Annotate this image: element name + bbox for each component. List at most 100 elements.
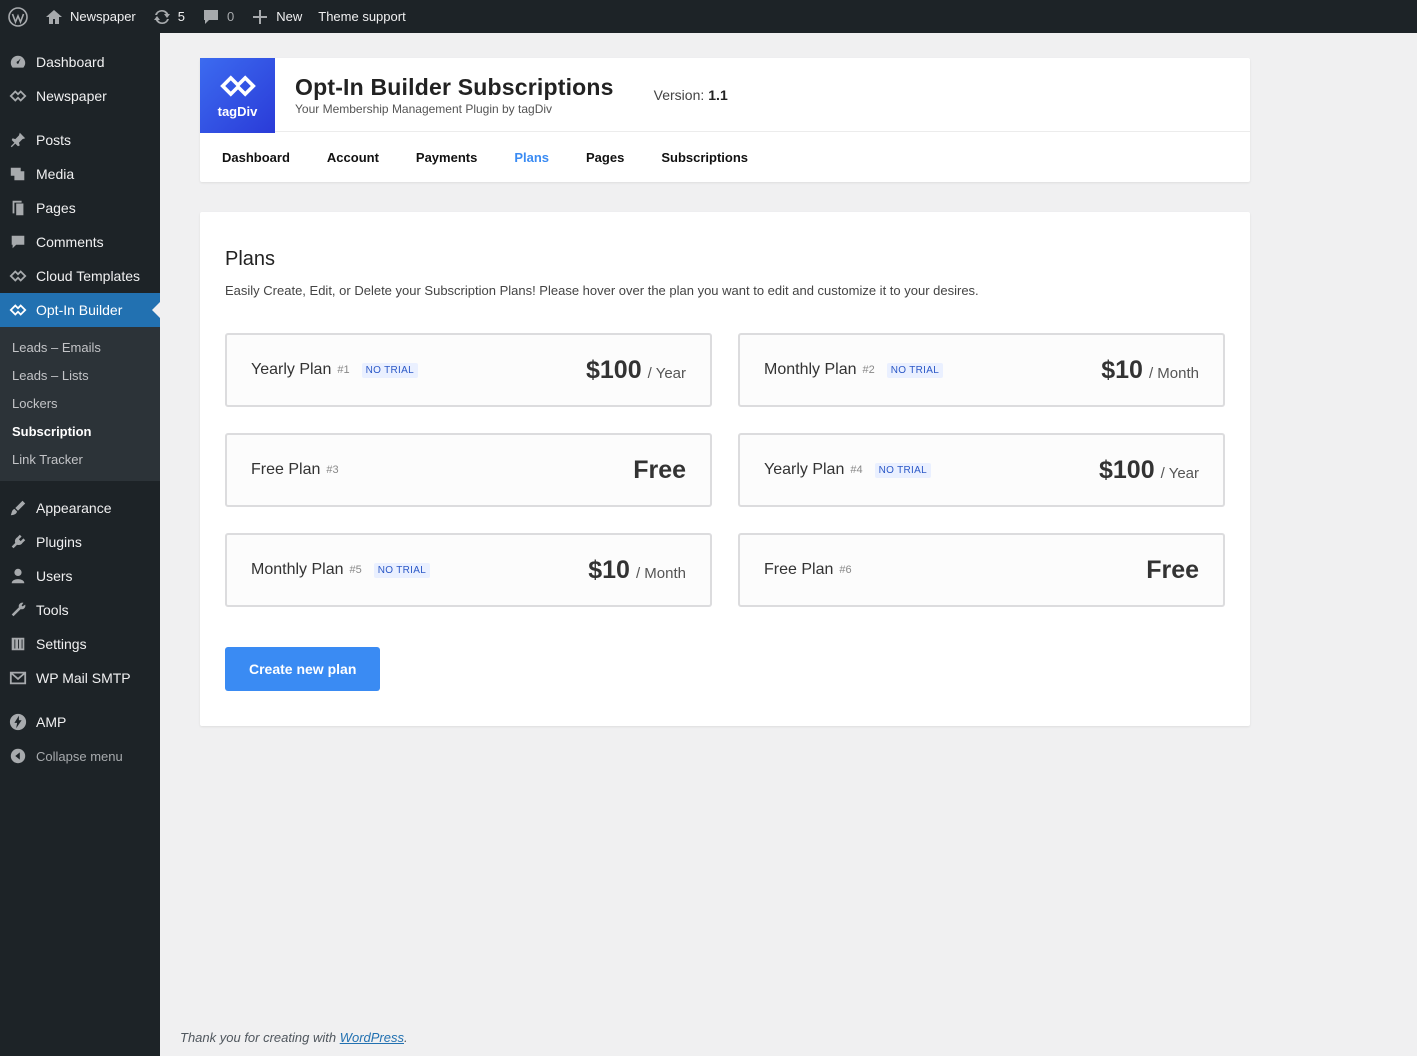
collapse-menu-label: Collapse menu: [36, 748, 123, 764]
plans-grid: Yearly Plan #1 NO TRIAL $100 / Year Mont…: [225, 333, 1225, 607]
tagdiv-icon: [8, 86, 28, 106]
plugin-tabs: Dashboard Account Payments Plans Pages S…: [200, 132, 1250, 182]
page-title: Opt-In Builder Subscriptions: [295, 73, 614, 100]
create-new-plan-button[interactable]: Create new plan: [225, 647, 381, 691]
comment-icon: [201, 7, 221, 27]
plans-heading: Plans: [225, 248, 276, 270]
menu-amp-label: AMP: [36, 714, 67, 730]
menu-settings-label: Settings: [36, 636, 87, 652]
menu-users[interactable]: Users: [0, 559, 160, 593]
site-name-link[interactable]: Newspaper: [36, 0, 144, 33]
plan-number: #3: [326, 464, 339, 476]
menu-posts[interactable]: Posts: [0, 123, 160, 157]
version-info: Version: 1.1: [654, 58, 728, 131]
footer-wordpress-link[interactable]: WordPress: [340, 1030, 404, 1045]
new-content-link[interactable]: New: [242, 0, 310, 33]
menu-cloud-templates-label: Cloud Templates: [36, 268, 141, 284]
updates-icon: [152, 7, 172, 27]
collapse-menu-button[interactable]: Collapse menu: [0, 739, 160, 773]
menu-dashboard-label: Dashboard: [36, 54, 105, 70]
menu-newspaper-label: Newspaper: [36, 88, 107, 104]
admin-bar: Newspaper 5 0 New Theme support: [0, 0, 1417, 33]
menu-pages-label: Pages: [36, 200, 76, 216]
menu-posts-label: Posts: [36, 132, 72, 148]
theme-support-link[interactable]: Theme support: [310, 0, 413, 33]
comments-link[interactable]: 0: [193, 0, 242, 33]
plan-card[interactable]: Free Plan #6 Free: [738, 533, 1225, 607]
tab-subscriptions[interactable]: Subscriptions: [661, 150, 748, 165]
plan-info: Free Plan #6: [764, 561, 852, 579]
menu-cloud-templates[interactable]: Cloud Templates: [0, 259, 160, 293]
menu-pages[interactable]: Pages: [0, 191, 160, 225]
submenu-subscription[interactable]: Subscription: [0, 418, 160, 446]
plan-name: Monthly Plan: [764, 361, 857, 378]
plan-trial-badge: NO TRIAL: [874, 462, 931, 478]
updates-count: 5: [177, 9, 185, 24]
menu-tools[interactable]: Tools: [0, 593, 160, 627]
plan-name: Monthly Plan: [251, 561, 344, 578]
menu-settings[interactable]: Settings: [0, 627, 160, 661]
plan-card[interactable]: Monthly Plan #2 NO TRIAL $10 / Month: [738, 333, 1225, 407]
submenu-leads-lists[interactable]: Leads – Lists: [0, 362, 160, 390]
plan-info: Yearly Plan #1 NO TRIAL: [251, 361, 418, 379]
tagdiv-logo: tagDiv: [200, 58, 275, 133]
menu-wp-mail-smtp-label: WP Mail SMTP: [36, 670, 131, 686]
wp-logo-button[interactable]: [0, 0, 36, 33]
menu-optin-builder-label: Opt-In Builder: [36, 302, 123, 318]
submenu-lockers[interactable]: Lockers: [0, 390, 160, 418]
plan-number: #4: [850, 464, 863, 476]
tab-plans[interactable]: Plans: [514, 150, 549, 165]
submenu-leads-emails[interactable]: Leads – Emails: [0, 334, 160, 362]
menu-optin-builder[interactable]: Opt-In Builder: [0, 293, 160, 327]
menu-plugins[interactable]: Plugins: [0, 525, 160, 559]
tab-payments[interactable]: Payments: [416, 150, 477, 165]
home-icon: [44, 7, 64, 27]
plan-info: Monthly Plan #5 NO TRIAL: [251, 561, 431, 579]
pages-icon: [8, 198, 28, 218]
plan-card[interactable]: Monthly Plan #5 NO TRIAL $10 / Month: [225, 533, 712, 607]
plan-number: #2: [862, 364, 875, 376]
plan-card[interactable]: Free Plan #3 Free: [225, 433, 712, 507]
admin-sidebar: Dashboard Newspaper Posts Media Pages Co…: [0, 33, 160, 1056]
brush-icon: [8, 498, 28, 518]
dashboard-icon: [8, 52, 28, 72]
menu-amp[interactable]: AMP: [0, 705, 160, 739]
main-content: tagDiv Opt-In Builder Subscriptions Your…: [200, 58, 1250, 726]
menu-wp-mail-smtp[interactable]: WP Mail SMTP: [0, 661, 160, 695]
menu-newspaper[interactable]: Newspaper: [0, 79, 160, 113]
menu-dashboard[interactable]: Dashboard: [0, 45, 160, 79]
menu-appearance[interactable]: Appearance: [0, 491, 160, 525]
plus-icon: [250, 7, 270, 27]
plan-period: / Year: [647, 364, 686, 382]
menu-comments[interactable]: Comments: [0, 225, 160, 259]
updates-link[interactable]: 5: [144, 0, 193, 33]
menu-media[interactable]: Media: [0, 157, 160, 191]
collapse-icon: [8, 746, 28, 766]
plan-info: Yearly Plan #4 NO TRIAL: [764, 461, 931, 479]
plan-price: $10: [588, 555, 630, 584]
tab-pages[interactable]: Pages: [586, 150, 624, 165]
plans-description: Easily Create, Edit, or Delete your Subs…: [225, 283, 979, 298]
plan-number: #1: [337, 364, 350, 376]
plan-name: Yearly Plan: [251, 361, 332, 378]
plan-info: Free Plan #3: [251, 461, 339, 479]
menu-users-label: Users: [36, 568, 73, 584]
tagdiv-icon: [8, 266, 28, 286]
site-name: Newspaper: [70, 9, 136, 24]
plans-panel: Plans Easily Create, Edit, or Delete you…: [200, 212, 1250, 726]
plugin-header-top: tagDiv Opt-In Builder Subscriptions Your…: [200, 58, 1250, 133]
plan-card[interactable]: Yearly Plan #4 NO TRIAL $100 / Year: [738, 433, 1225, 507]
tab-account[interactable]: Account: [327, 150, 379, 165]
submenu-link-tracker[interactable]: Link Tracker: [0, 446, 160, 474]
plan-pricing: $10 / Month: [588, 556, 686, 585]
amp-icon: [8, 712, 28, 732]
wordpress-icon: [8, 6, 28, 27]
plan-number: #6: [839, 564, 852, 576]
plugin-header: tagDiv Opt-In Builder Subscriptions Your…: [200, 58, 1250, 182]
plan-period: / Year: [1160, 464, 1199, 482]
tab-dashboard[interactable]: Dashboard: [222, 150, 290, 165]
plan-card[interactable]: Yearly Plan #1 NO TRIAL $100 / Year: [225, 333, 712, 407]
plan-period: / Month: [635, 564, 686, 582]
plan-pricing: Free: [633, 456, 686, 485]
plugin-titles: Opt-In Builder Subscriptions Your Member…: [275, 58, 614, 131]
